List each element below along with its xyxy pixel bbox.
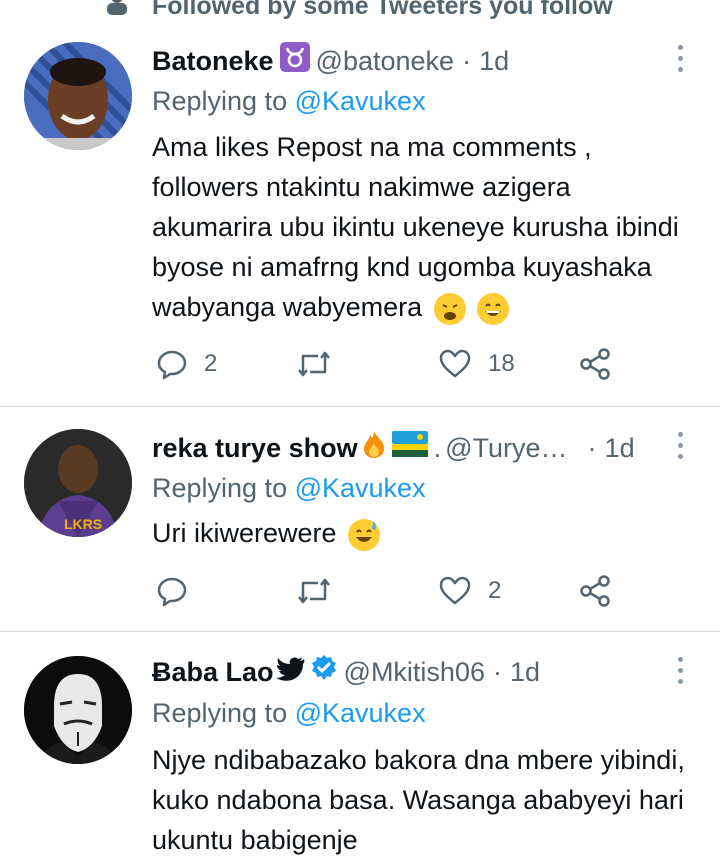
handle[interactable]: @batoneke	[316, 44, 455, 78]
heart-icon	[439, 349, 471, 378]
retweet-button[interactable]	[296, 344, 348, 384]
replying-to: Replying to @Kavukex	[152, 84, 426, 118]
handle[interactable]: @Mkitish06	[344, 655, 485, 689]
replying-prefix: Replying to	[152, 473, 288, 503]
like-button[interactable]: 18	[438, 344, 515, 384]
svg-text:LKRS: LKRS	[64, 516, 102, 532]
timestamp[interactable]: 1d	[510, 655, 540, 689]
tweet-reply[interactable]: Ƀaba Lao @Mkitish06 · 1d Replying to @Ka…	[0, 632, 720, 855]
tweet-text: Ama likes Repost na ma comments , follow…	[152, 127, 692, 327]
more-options-icon[interactable]	[670, 652, 690, 688]
replying-prefix: Replying to	[152, 86, 288, 116]
avatar-image: LKRS	[24, 429, 132, 537]
reply-button[interactable]: 2	[156, 344, 217, 384]
heart-icon	[439, 576, 471, 605]
retweet-button[interactable]	[296, 571, 348, 611]
share-icon	[580, 348, 610, 380]
timestamp[interactable]: 1d	[605, 431, 635, 465]
retweet-icon	[298, 351, 330, 377]
reply-icon	[157, 350, 187, 380]
avatar[interactable]: LKRS	[24, 429, 132, 537]
replying-to: Replying to @Kavukex	[152, 471, 426, 505]
more-options-icon[interactable]	[670, 427, 690, 463]
like-count: 18	[488, 350, 515, 377]
tweet-reply[interactable]: LKRS reka turye show . @Turye… · 1d Repl…	[0, 407, 720, 631]
separator-dot: ·	[462, 46, 472, 76]
timestamp[interactable]: 1d	[479, 44, 509, 78]
tweet-actions: 2 18	[152, 344, 672, 384]
sweat-smile-emoji	[348, 518, 381, 551]
retweet-icon	[298, 578, 330, 604]
display-name[interactable]: reka turye show	[152, 431, 358, 465]
weary-face-emoji	[433, 292, 466, 325]
replying-prefix: Replying to	[152, 698, 288, 728]
more-options-icon[interactable]	[670, 40, 690, 76]
replying-to: Replying to @Kavukex	[152, 696, 426, 730]
like-count: 2	[488, 577, 502, 604]
taurus-icon	[279, 42, 310, 80]
separator-dot: ·	[587, 433, 597, 463]
reply-icon	[157, 577, 187, 607]
tweet-actions: 2	[152, 571, 672, 611]
bird-icon	[275, 655, 306, 689]
mention-link[interactable]: @Kavukex	[295, 86, 426, 116]
separator-dot: ·	[492, 657, 502, 687]
share-button[interactable]	[578, 571, 612, 611]
mention-link[interactable]: @Kavukex	[295, 473, 426, 503]
tweet-header: Ƀaba Lao @Mkitish06 · 1d	[152, 654, 660, 690]
tweet-header: Batoneke @batoneke · 1d	[152, 42, 660, 80]
display-name[interactable]: Batoneke	[152, 44, 274, 78]
display-name[interactable]: Ƀaba Lao	[152, 655, 274, 689]
avatar[interactable]	[24, 656, 132, 764]
grinning-face-emoji	[477, 292, 510, 325]
tweet-reply[interactable]: Batoneke @batoneke · 1d Replying to @Kav…	[0, 0, 720, 406]
tweet-text: Uri ikiwerewere	[152, 513, 692, 553]
verified-icon	[310, 654, 338, 690]
reply-button[interactable]	[156, 571, 204, 611]
handle[interactable]: @Turye…	[445, 431, 567, 465]
tweet-body: Uri ikiwerewere	[152, 518, 337, 548]
avatar[interactable]	[24, 42, 132, 150]
tweet-text: Njye ndibabazako bakora dna mbere yibind…	[152, 745, 685, 855]
reply-count: 2	[204, 350, 218, 377]
like-button[interactable]: 2	[438, 571, 501, 611]
share-icon	[580, 575, 610, 607]
rwanda-flag	[391, 431, 428, 465]
fire-emoji	[360, 429, 388, 467]
avatar-image	[24, 42, 132, 150]
avatar-image	[24, 656, 132, 764]
mention-link[interactable]: @Kavukex	[295, 698, 426, 728]
tweet-header: reka turye show . @Turye… · 1d	[152, 429, 660, 467]
share-button[interactable]	[578, 344, 612, 384]
tweet-body: Ama likes Repost na ma comments , follow…	[152, 132, 679, 322]
